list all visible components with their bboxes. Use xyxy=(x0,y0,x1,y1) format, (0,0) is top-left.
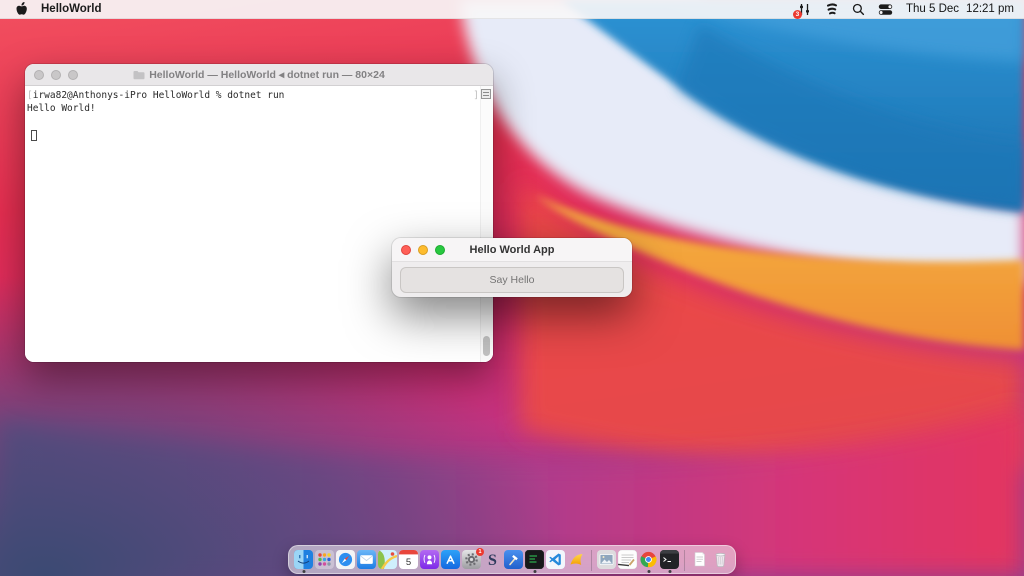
clock-date: Thu 5 Dec xyxy=(906,3,959,15)
dock-icon-app-store[interactable] xyxy=(441,550,460,569)
dock-icon-maps[interactable] xyxy=(378,550,397,569)
window-grid-icon[interactable] xyxy=(481,89,491,99)
svg-text:S: S xyxy=(488,552,497,569)
minimize-button[interactable] xyxy=(51,70,61,80)
terminal-output-line: Hello World! xyxy=(27,102,479,115)
calendar-day-number: 5 xyxy=(406,557,411,568)
dock-icon-safari[interactable] xyxy=(336,550,355,569)
close-button[interactable] xyxy=(401,245,411,255)
running-indicator xyxy=(668,570,671,573)
terminal-mark-close: ] xyxy=(473,89,479,102)
terminal-window: HelloWorld — HelloWorld ◂ dotnet run — 8… xyxy=(25,64,493,362)
dock-separator xyxy=(591,550,592,571)
terminal-prompt-line: [irwa82@Anthonys-iPro HelloWorld % dotne… xyxy=(27,89,479,102)
active-app-name[interactable]: HelloWorld xyxy=(41,3,101,15)
dock: 5 1 S xyxy=(288,545,736,574)
dock-icon-helloworld-executable[interactable] xyxy=(525,550,544,569)
close-button[interactable] xyxy=(34,70,44,80)
terminal-output-text: Hello World! xyxy=(27,102,96,115)
dock-icon-terminal[interactable] xyxy=(660,550,679,569)
search-icon[interactable] xyxy=(852,3,865,16)
dock-icon-trash[interactable] xyxy=(711,550,730,569)
dock-icon-textedit[interactable] xyxy=(618,550,637,569)
dock-icon-s-app[interactable]: S xyxy=(483,550,502,569)
notification-badge: 3 xyxy=(793,10,802,19)
hello-app-title-bar[interactable]: Hello World App xyxy=(392,238,632,262)
zoom-button[interactable] xyxy=(68,70,78,80)
dock-icon-launchpad[interactable] xyxy=(315,550,334,569)
dock-separator xyxy=(684,550,685,571)
dock-icon-podcasts[interactable] xyxy=(420,550,439,569)
terminal-scrollbar[interactable] xyxy=(480,86,493,362)
hello-world-app-window: Hello World App Say Hello xyxy=(392,238,632,297)
dock-icon-hammer-app[interactable] xyxy=(504,550,523,569)
clock-time: 12:21 pm xyxy=(966,3,1014,15)
terminal-window-title: HelloWorld — HelloWorld ◂ dotnet run — 8… xyxy=(149,69,385,81)
dock-icon-chrome[interactable] xyxy=(639,550,658,569)
sliders-icon[interactable]: 3 xyxy=(797,2,812,17)
dock-icon-recent-document[interactable] xyxy=(690,550,709,569)
terminal-title-bar[interactable]: HelloWorld — HelloWorld ◂ dotnet run — 8… xyxy=(25,64,493,86)
proxy-folder-icon xyxy=(133,70,145,80)
swirl-icon[interactable] xyxy=(825,2,839,17)
dock-icon-vscode[interactable] xyxy=(546,550,565,569)
dock-icon-mail[interactable] xyxy=(357,550,376,569)
menu-bar: HelloWorld 3 xyxy=(0,0,1024,19)
menu-bar-clock[interactable]: Thu 5 Dec 12:21 pm xyxy=(906,3,1014,15)
apple-menu-icon[interactable] xyxy=(14,2,27,17)
running-indicator xyxy=(647,570,650,573)
terminal-cursor xyxy=(31,130,37,141)
dock-icon-finder[interactable] xyxy=(294,550,313,569)
running-indicator xyxy=(533,570,536,573)
running-indicator xyxy=(302,570,305,573)
minimize-button[interactable] xyxy=(418,245,428,255)
terminal-prompt-text: irwa82@Anthonys-iPro HelloWorld % dotnet… xyxy=(33,89,285,102)
scrollbar-thumb[interactable] xyxy=(483,336,490,356)
say-hello-button[interactable]: Say Hello xyxy=(400,267,624,293)
dock-icon-yellow-app[interactable] xyxy=(567,550,586,569)
dock-icon-calendar[interactable]: 5 xyxy=(399,550,418,569)
terminal-content[interactable]: [irwa82@Anthonys-iPro HelloWorld % dotne… xyxy=(25,86,493,362)
dock-icon-screenshot-preview[interactable] xyxy=(597,550,616,569)
dock-icon-system-preferences[interactable]: 1 xyxy=(462,550,481,569)
zoom-button[interactable] xyxy=(435,245,445,255)
control-center-icon[interactable] xyxy=(878,3,893,16)
